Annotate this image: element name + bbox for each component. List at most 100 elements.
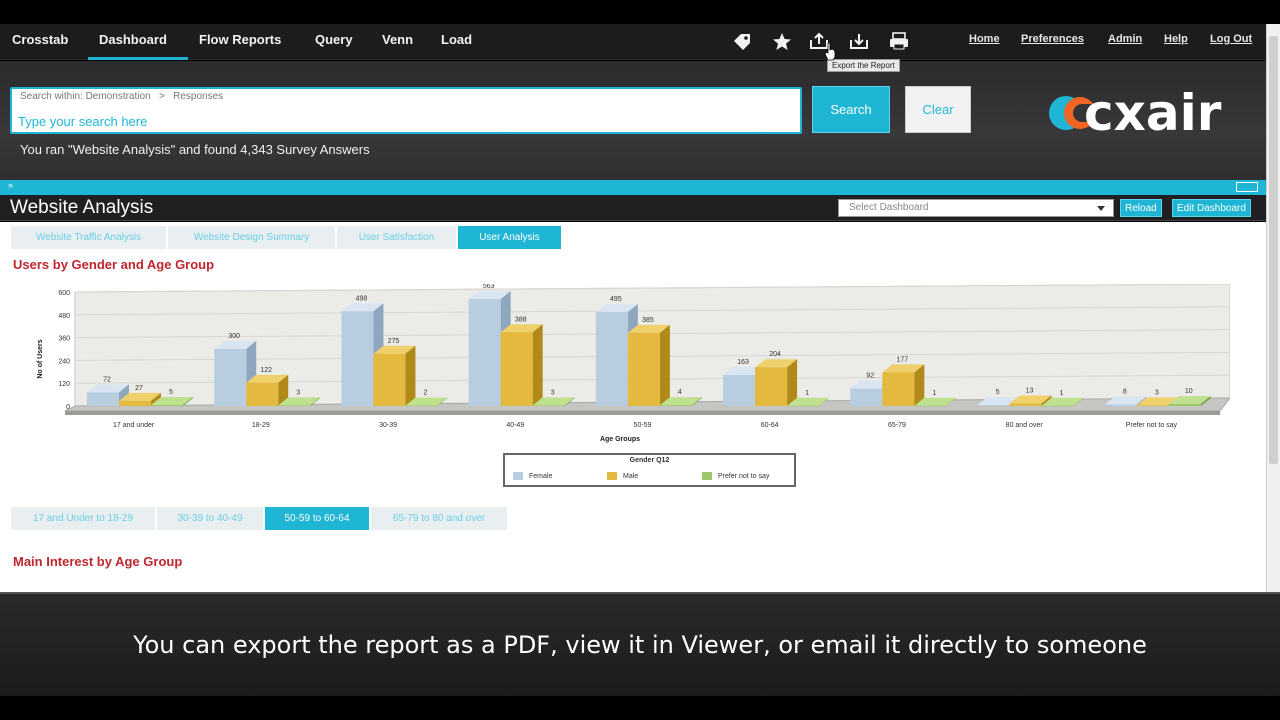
- help-link[interactable]: Help: [1164, 33, 1188, 45]
- bar: [723, 375, 756, 406]
- data-label: 10: [1185, 388, 1193, 395]
- tab-user-analysis[interactable]: User Analysis: [458, 226, 561, 249]
- y-tick-label: 600: [58, 290, 70, 297]
- chart-legend: Gender Q12 Female Male Prefer not to say: [503, 453, 796, 487]
- search-button[interactable]: Search: [812, 86, 890, 133]
- search-input[interactable]: [18, 111, 788, 131]
- bar-side: [787, 359, 798, 406]
- download-icon[interactable]: [848, 31, 870, 51]
- chevron-down-icon: [1097, 206, 1105, 211]
- star-icon[interactable]: [771, 31, 793, 51]
- bar: [659, 405, 692, 406]
- y-tick-label: 480: [58, 313, 70, 320]
- data-label: 4: [678, 389, 682, 396]
- search-header: Search within: Demonstration > Responses…: [0, 61, 1266, 180]
- data-label: 8: [1123, 388, 1127, 395]
- y-tick-label: 120: [58, 381, 70, 388]
- home-link[interactable]: Home: [969, 33, 1000, 45]
- tag-icon[interactable]: [731, 31, 753, 51]
- legend-item-male: Male: [607, 472, 638, 480]
- print-icon[interactable]: [888, 31, 910, 51]
- age-tab-17-to-29[interactable]: 17 and Under to 18-29: [11, 507, 155, 530]
- data-label: 3: [296, 389, 300, 396]
- bar-side: [659, 324, 670, 406]
- tab-user-satisfaction[interactable]: User Satisfaction: [337, 226, 456, 249]
- bar: [468, 299, 501, 406]
- bar: [500, 332, 533, 406]
- dashboard-content: Website Traffic Analysis Website Design …: [0, 222, 1266, 592]
- panel-toolbar-strip: »: [0, 180, 1266, 195]
- x-tick-label: 65-79: [888, 422, 906, 429]
- x-axis-label: Age Groups: [600, 436, 640, 443]
- cxair-logo: cxair: [1049, 84, 1222, 139]
- top-nav: Crosstab Dashboard Flow Reports Query Ve…: [0, 24, 1266, 60]
- x-tick-label: 30-39: [379, 422, 397, 429]
- bar: [87, 392, 119, 406]
- nav-crosstab[interactable]: Crosstab: [12, 32, 68, 47]
- nav-flow-reports[interactable]: Flow Reports: [199, 32, 281, 47]
- logo-text: cxair: [1084, 84, 1222, 139]
- data-label: 72: [103, 376, 111, 383]
- y-axis-label: No of Users: [37, 339, 44, 378]
- legend-label-prefer-not: Prefer not to say: [718, 472, 770, 480]
- bar: [787, 405, 820, 407]
- nav-venn[interactable]: Venn: [382, 32, 413, 47]
- collapse-icon[interactable]: »: [8, 180, 13, 190]
- active-nav-indicator: [88, 57, 188, 60]
- bar: [373, 353, 406, 406]
- reload-button[interactable]: Reload: [1120, 199, 1162, 217]
- age-tab-30-to-49[interactable]: 30-39 to 40-49: [157, 507, 263, 530]
- age-tab-65-to-80[interactable]: 65-79 to 80 and over: [371, 507, 507, 530]
- legend-swatch-prefer-not: [702, 472, 712, 480]
- edit-dashboard-button[interactable]: Edit Dashboard: [1172, 199, 1251, 217]
- nav-query[interactable]: Query: [315, 32, 353, 47]
- maximize-icon[interactable]: [1236, 182, 1258, 192]
- bar: [627, 332, 660, 406]
- data-label: 300: [228, 333, 240, 340]
- bar: [119, 400, 151, 406]
- chart-floor-edge: [65, 411, 1220, 415]
- data-label: 1: [805, 390, 809, 397]
- legend-swatch-male: [607, 472, 617, 480]
- data-label: 388: [515, 316, 527, 323]
- section-title-gender-age: Users by Gender and Age Group: [13, 257, 215, 272]
- admin-link[interactable]: Admin: [1108, 33, 1142, 45]
- data-label: 204: [769, 351, 781, 358]
- x-tick-label: 80 and over: [1006, 422, 1044, 429]
- bar: [1168, 404, 1201, 406]
- age-tab-50-to-64[interactable]: 50-59 to 60-64: [265, 507, 369, 530]
- data-label: 1: [932, 390, 936, 397]
- clear-button[interactable]: Clear: [905, 86, 971, 133]
- bar: [1041, 405, 1074, 407]
- data-label: 3: [1155, 389, 1159, 396]
- bar: [1009, 403, 1042, 406]
- x-tick-label: 60-64: [761, 422, 779, 429]
- bar: [914, 405, 947, 407]
- nav-dashboard[interactable]: Dashboard: [99, 32, 167, 47]
- nav-load[interactable]: Load: [441, 32, 472, 47]
- data-label: 275: [388, 338, 400, 345]
- legend-label-female: Female: [529, 472, 553, 480]
- data-label: 3: [551, 389, 555, 396]
- x-tick-label: 40-49: [506, 422, 524, 429]
- tab-website-design-summary[interactable]: Website Design Summary: [168, 226, 335, 249]
- data-label: 563: [483, 284, 495, 290]
- logout-link[interactable]: Log Out: [1210, 33, 1252, 45]
- tab-website-traffic-analysis[interactable]: Website Traffic Analysis: [11, 226, 166, 249]
- data-label: 2: [423, 390, 427, 397]
- preferences-link[interactable]: Preferences: [1021, 33, 1084, 45]
- data-label: 495: [610, 296, 622, 303]
- data-label: 13: [1026, 388, 1034, 395]
- bar: [151, 405, 183, 406]
- y-tick-label: 360: [58, 336, 70, 343]
- page-scrollbar[interactable]: [1266, 24, 1280, 592]
- bar: [850, 388, 883, 406]
- scrollbar-thumb[interactable]: [1269, 36, 1278, 464]
- select-dashboard-label: Select Dashboard: [849, 202, 929, 213]
- x-tick-label: 17 and under: [113, 422, 155, 429]
- y-tick-label: 240: [58, 358, 70, 365]
- select-dashboard-dropdown[interactable]: Select Dashboard: [838, 199, 1114, 217]
- mouse-cursor-icon: [824, 43, 836, 61]
- bar: [755, 367, 788, 406]
- users-by-gender-age-chart: 0120240360480600No of Users7227517 and u…: [37, 284, 1230, 443]
